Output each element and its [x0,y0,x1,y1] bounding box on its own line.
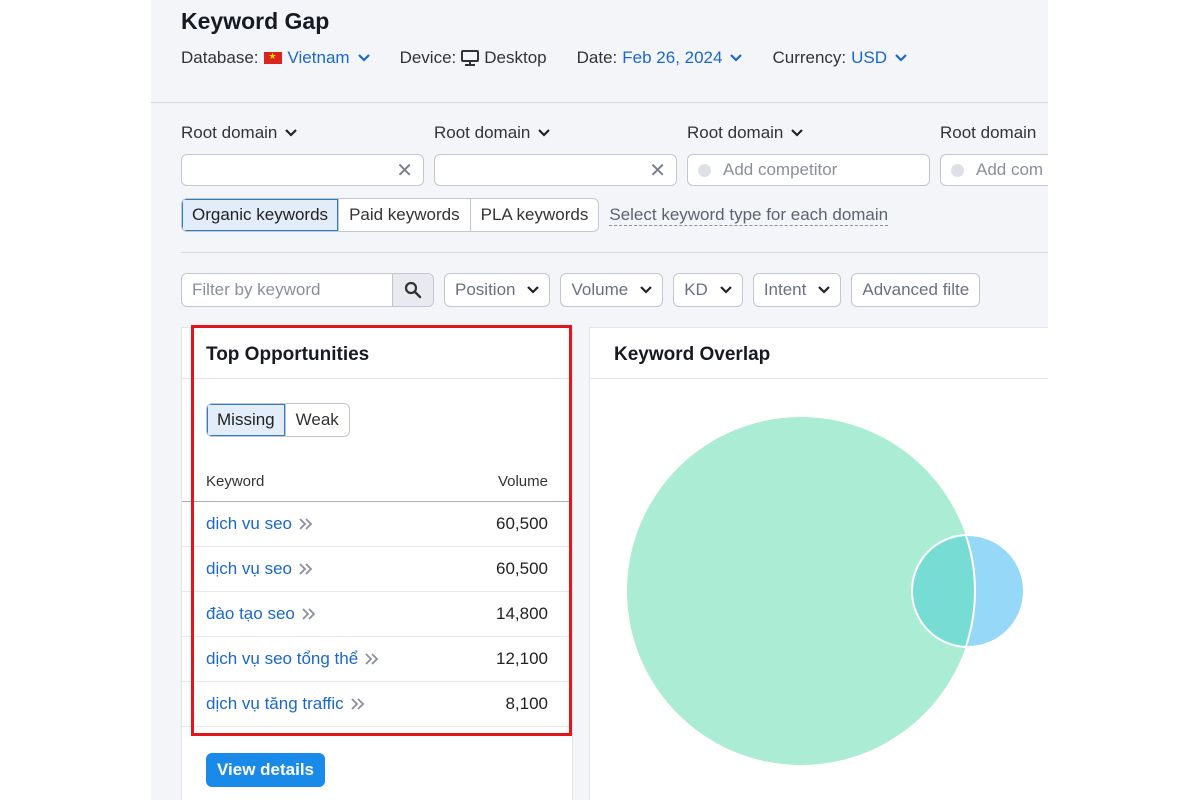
domain-type-dropdown[interactable]: Root domain [687,122,930,144]
chevron-down-icon [285,129,298,137]
keyword-filter: Filter by keyword [181,273,434,307]
add-competitor-input-1[interactable]: Add competitor [687,154,930,186]
competitor-dot-icon [698,163,711,177]
filter-label: KD [684,280,708,299]
pla-keywords-button[interactable]: PLA keywords [471,199,599,231]
keyword-type-selector: Organic keywords Paid keywords PLA keywo… [181,198,889,232]
chevron-down-icon [730,54,743,62]
currency-selector[interactable]: Currency: USD [772,48,907,68]
domain-column-1: Root domain ✕ [181,122,424,186]
domain-column-4: Root domain Add com [940,122,1048,186]
advanced-filters-button[interactable]: Advanced filte [851,273,981,307]
keyword-type-toggle: Organic keywords Paid keywords PLA keywo… [181,198,600,232]
report-settings: Database: Vietnam Device: Desktop Date: … [181,48,937,68]
divider [181,252,1048,253]
date-value: Feb 26, 2024 [622,48,723,67]
currency-value: USD [851,48,888,67]
domain-type-dropdown[interactable]: Root domain [181,122,424,144]
database-selector[interactable]: Database: Vietnam [181,48,370,68]
vietnam-flag-icon [263,51,282,64]
competitor-dot-icon [951,163,964,177]
add-competitor-placeholder: Add competitor [723,160,838,179]
chevron-down-icon [895,54,907,62]
chevron-down-icon [538,129,551,137]
position-filter-button[interactable]: Position [444,273,551,307]
chevron-down-icon [791,129,804,137]
kd-filter-button[interactable]: KD [673,273,743,307]
domain-input-2[interactable]: ✕ [434,154,677,186]
domain-column-3: Root domain Add competitor [687,122,930,186]
date-selector[interactable]: Date: Feb 26, 2024 [577,48,743,68]
page-header: Keyword Gap Database: Vietnam Device: De… [151,0,1048,103]
chevron-down-icon [527,286,540,294]
clear-icon[interactable]: ✕ [396,158,413,183]
add-competitor-placeholder: Add com [976,160,1044,179]
device-info: Device: Desktop [400,48,547,68]
view-details-button[interactable]: View details [206,753,326,787]
filter-label: Position [455,280,516,299]
domain-type-label: Root domain [687,123,784,142]
add-competitor-input-2[interactable]: Add com [940,154,1048,186]
organic-keywords-button[interactable]: Organic keywords [182,199,340,231]
chevron-down-icon [357,54,370,62]
desktop-icon [461,50,480,66]
domain-input-1[interactable]: ✕ [181,154,424,186]
highlight-box [191,325,572,736]
domain-type-label: Root domain [181,123,278,142]
keyword-overlap-card: Keyword Overlap [589,327,1048,800]
filter-bar: Filter by keyword Position Volume KD Int… [181,273,981,307]
domain-type-dropdown[interactable]: Root domain [434,122,677,144]
database-value: Vietnam [287,48,350,67]
keyword-overlap-title: Keyword Overlap [614,344,771,365]
filter-label: Volume [571,280,629,299]
keyword-filter-input[interactable]: Filter by keyword [182,274,392,306]
search-icon [404,281,422,299]
domain-type-label: Root domain [434,123,531,142]
chevron-down-icon [720,286,732,294]
device-value: Desktop [484,48,547,67]
domain-type-dropdown[interactable]: Root domain [940,122,1048,144]
filter-label: Intent [763,280,807,299]
paid-keywords-button[interactable]: Paid keywords [339,199,471,231]
database-label: Database: [181,48,259,67]
device-label: Device: [399,48,457,67]
date-label: Date: [576,48,618,67]
chevron-down-icon [818,286,831,294]
clear-icon[interactable]: ✕ [649,158,666,183]
domain-type-label: Root domain [940,123,1037,142]
per-domain-keyword-type-link[interactable]: Select keyword type for each domain [609,205,889,226]
search-button[interactable] [392,274,433,306]
page-title: Keyword Gap [181,8,330,34]
intent-filter-button[interactable]: Intent [752,273,842,307]
volume-filter-button[interactable]: Volume [560,273,664,307]
currency-label: Currency: [772,48,847,67]
domain-column-2: Root domain ✕ [434,122,677,186]
filter-label: Advanced filte [862,280,970,299]
chevron-down-icon [640,286,652,294]
keyword-overlap-venn-diagram [627,417,1025,765]
